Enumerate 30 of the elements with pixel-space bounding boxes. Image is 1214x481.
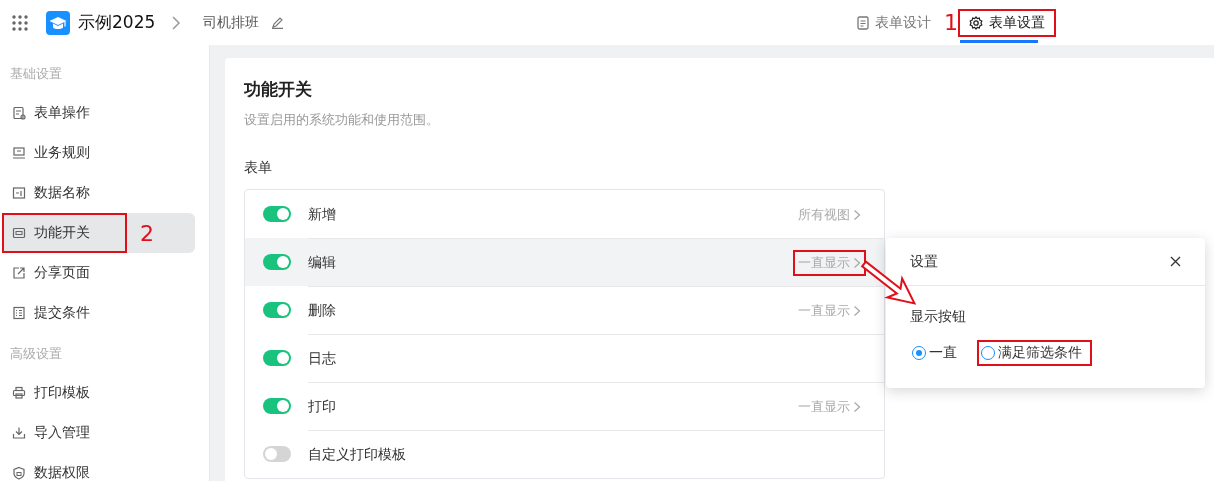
sidebar-item[interactable]: 业务规则: [2, 133, 195, 173]
sidebar-item[interactable]: 数据名称: [2, 173, 195, 213]
field-label: 显示按钮: [910, 308, 967, 326]
callout-number: 2: [140, 220, 154, 246]
section-title: 表单: [244, 159, 273, 177]
sidebar-item[interactable]: 导入管理: [2, 413, 195, 453]
tab[interactable]: 表单设计: [846, 8, 942, 37]
sidebar-item[interactable]: 数据权限: [2, 453, 195, 481]
group-title: 基础设置: [9, 65, 63, 83]
tab[interactable]: 表单设置: [958, 8, 1056, 37]
page-title: 功能开关: [244, 78, 313, 101]
sidebar-item[interactable]: 提交条件: [2, 293, 195, 333]
callout-number: 1: [944, 10, 958, 35]
sidebar-item[interactable]: 功能开关 2: [2, 213, 195, 253]
sidebar-item[interactable]: 表单操作: [2, 93, 195, 133]
breadcrumb-item[interactable]: 司机排班: [203, 13, 260, 32]
feature-label: 删除: [308, 301, 336, 320]
sidebar-item[interactable]: 分享页面: [2, 253, 195, 293]
feature-label: 日志: [308, 349, 336, 368]
feature-label: 新增: [308, 205, 336, 224]
app-name[interactable]: 示例2025: [78, 11, 156, 34]
radio-option[interactable]: 满足筛选条件: [977, 340, 1092, 366]
feature-label: 打印: [308, 397, 336, 416]
radio-option[interactable]: 一直: [908, 340, 967, 366]
group-title: 高级设置: [9, 345, 63, 363]
popover-title: 设置: [910, 252, 938, 271]
feature-label: 编辑: [308, 253, 336, 272]
sidebar-item[interactable]: 打印模板: [2, 373, 195, 413]
page-description: 设置启用的系统功能和使用范围。: [244, 111, 440, 129]
feature-label: 自定义打印模板: [308, 445, 406, 464]
